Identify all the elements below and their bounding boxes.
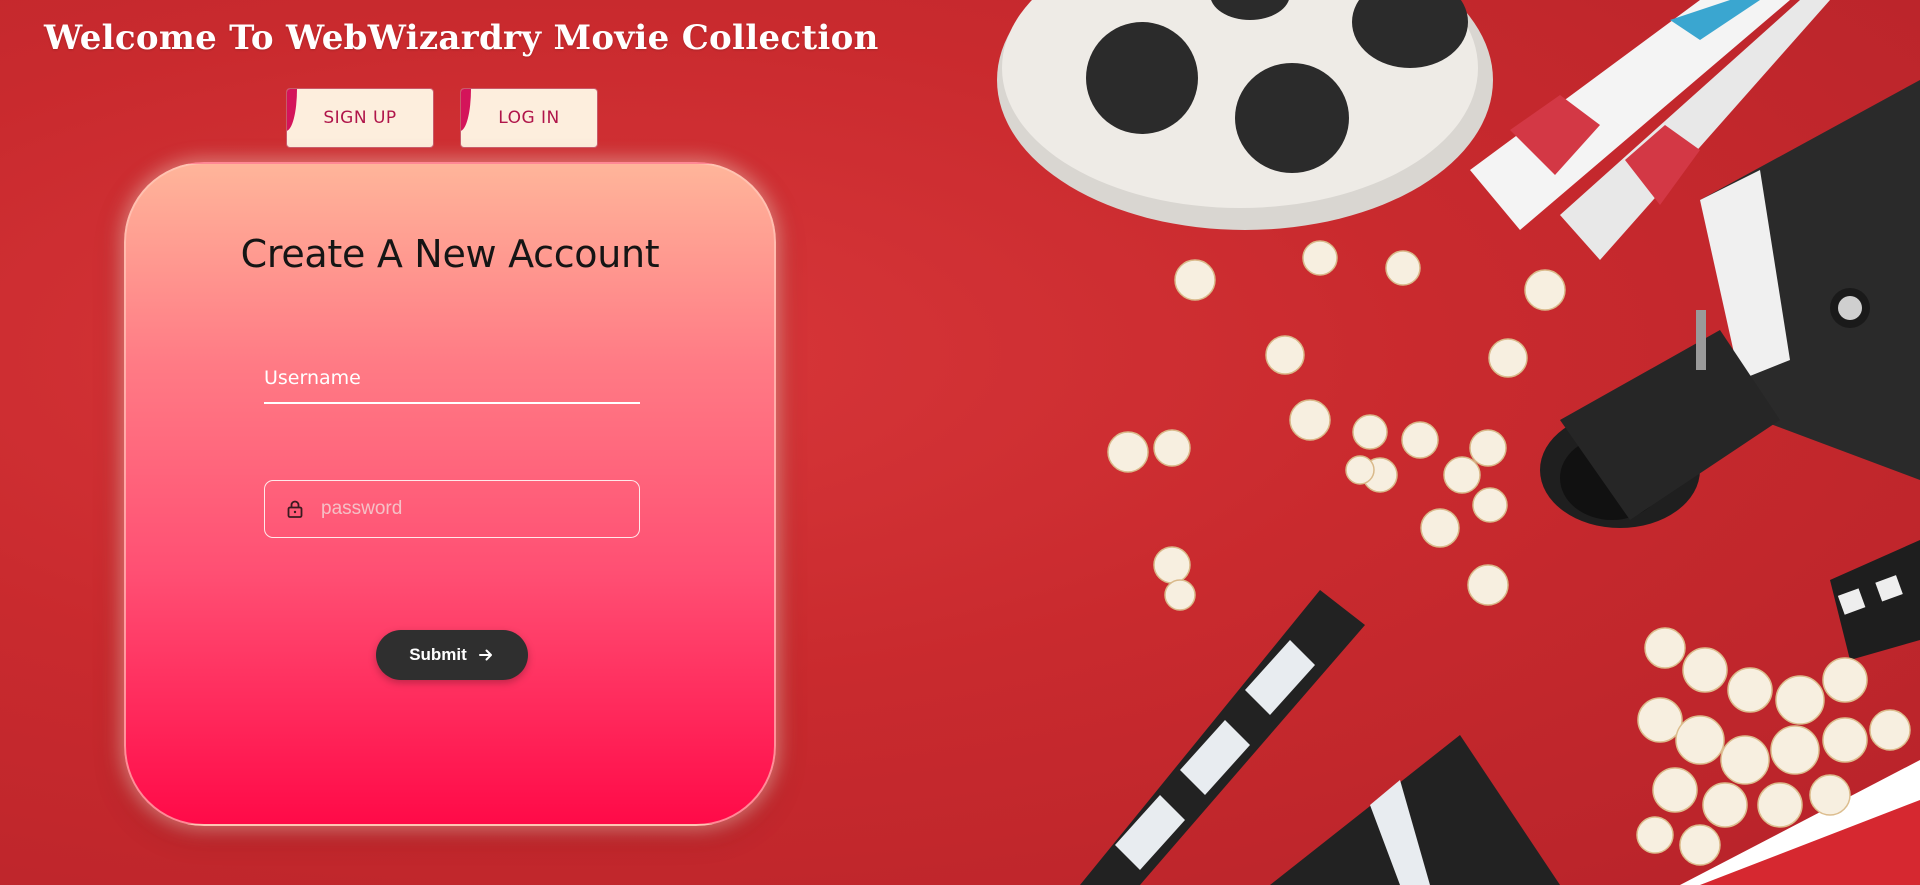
username-input[interactable] xyxy=(264,354,640,402)
popcorn-box-icon xyxy=(1680,760,1920,885)
submit-button[interactable]: Submit xyxy=(376,630,528,680)
film-strip-icon xyxy=(1830,540,1920,660)
lock-icon xyxy=(287,500,303,518)
popcorn-icon xyxy=(1107,240,1566,611)
movie-camera-icon xyxy=(1540,80,1920,528)
clapperboard-icon xyxy=(1080,590,1560,885)
signup-card: Create A New Account Submit xyxy=(124,162,776,826)
password-input[interactable] xyxy=(321,481,639,537)
log-in-label: LOG IN xyxy=(498,108,560,128)
3d-glasses-icon xyxy=(1470,0,1830,260)
form-title: Create A New Account xyxy=(240,232,660,276)
film-reel-icon xyxy=(997,0,1493,230)
arrow-right-icon xyxy=(478,649,492,661)
button-notch-decoration xyxy=(287,89,297,131)
sign-up-label: SIGN UP xyxy=(323,108,397,128)
log-in-button[interactable]: LOG IN xyxy=(460,88,598,148)
sign-up-button[interactable]: SIGN UP xyxy=(286,88,434,148)
submit-label: Submit xyxy=(409,645,467,664)
site-title: Welcome To WebWizardry Movie Collection xyxy=(44,18,879,58)
username-field xyxy=(264,354,640,404)
password-field xyxy=(264,480,640,538)
popcorn-pile-icon xyxy=(1636,627,1911,866)
button-notch-decoration xyxy=(461,89,471,131)
